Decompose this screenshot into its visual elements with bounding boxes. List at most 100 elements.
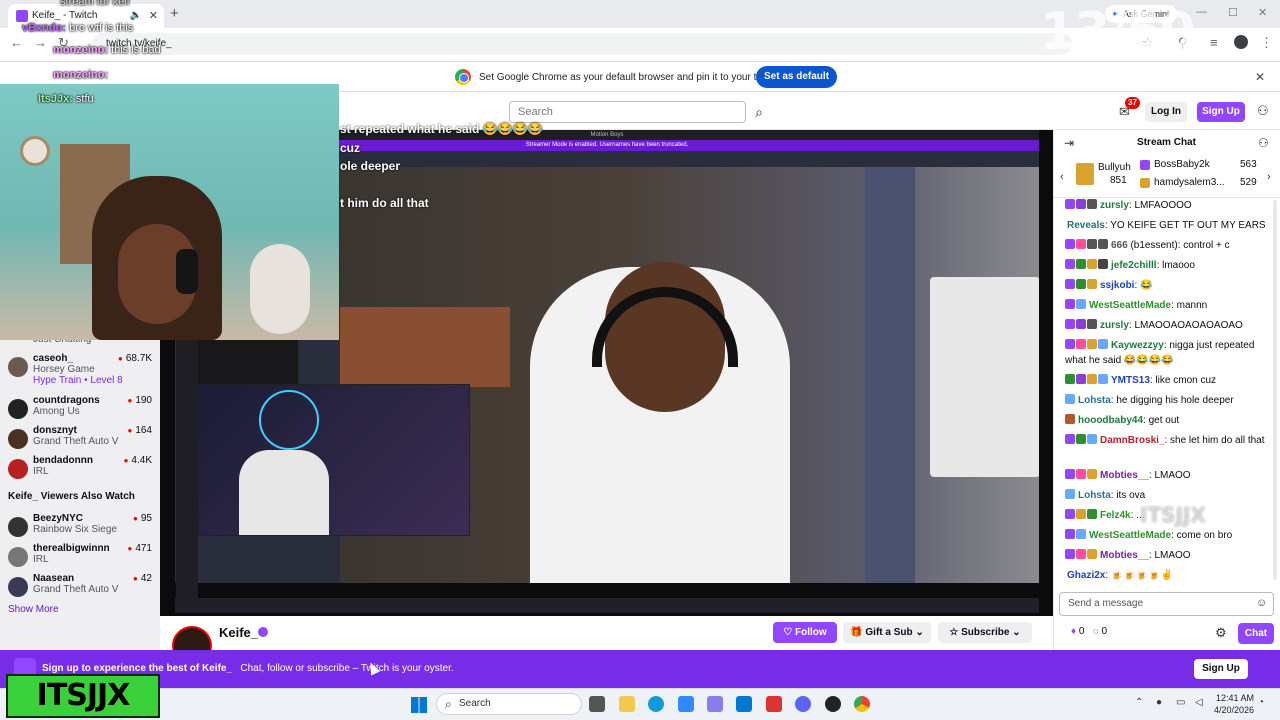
chat-badge-icon (1076, 279, 1086, 289)
set-as-default-button[interactable]: Set as default (756, 66, 838, 88)
channel-game: Rainbow Six Siege (33, 524, 117, 535)
chat-username[interactable]: Lohsta (1078, 490, 1111, 501)
chat-badges (1065, 413, 1076, 428)
infobar-message: Set Google Chrome as your default browse… (479, 72, 787, 83)
channel-points[interactable]: ♦ 0 ◌ 0 (1071, 626, 1107, 637)
sidebar-channel[interactable]: therealbigwinnn IRL 471 (0, 543, 160, 575)
community-icon[interactable]: ⚇ (1258, 136, 1269, 150)
tray-chevron-up-icon[interactable]: ⌃ (1135, 697, 1143, 708)
voice-channel-list (198, 340, 298, 384)
chat-badge-icon (1076, 339, 1086, 349)
chat-scrollbar[interactable] (1273, 200, 1277, 580)
follow-label: Follow (795, 627, 827, 638)
chat-send-button[interactable]: Chat (1238, 623, 1274, 644)
sidebar-channel[interactable]: BeezyNYC Rainbow Six Siege 95 (0, 513, 160, 545)
chat-username[interactable]: 666 (1111, 240, 1128, 251)
taskbar-search[interactable]: Search (436, 693, 582, 715)
follow-button[interactable]: ♡ Follow (773, 622, 837, 643)
new-tab-button[interactable]: + (170, 5, 179, 22)
close-tab-icon[interactable]: ✕ (149, 4, 158, 28)
sign-up-button[interactable]: Sign Up (1197, 102, 1245, 122)
microphone-icon[interactable]: ● (1156, 697, 1162, 708)
minimize-icon[interactable]: — (1196, 6, 1207, 18)
network-icon[interactable]: ▭ (1176, 697, 1185, 708)
chat-username[interactable]: ssjkobi (1100, 280, 1134, 291)
chat-username[interactable]: zursly (1100, 200, 1129, 211)
notifications-icon[interactable]: ◔ (1258, 697, 1264, 708)
tray-date: 4/20/2026 (1214, 705, 1255, 715)
edge-icon[interactable] (648, 696, 664, 712)
chat-username[interactable]: Ghazi2x (1067, 570, 1105, 581)
channel-game: Grand Theft Auto V (33, 584, 119, 595)
chevron-left-icon[interactable]: ‹ (1060, 171, 1064, 183)
volume-icon[interactable]: ◁ (1195, 697, 1203, 708)
chat-settings-icon[interactable]: ⚙ (1215, 625, 1227, 641)
obs-icon[interactable] (825, 696, 841, 712)
store-icon[interactable] (736, 696, 752, 712)
chat-username[interactable]: YMTS13 (1111, 375, 1150, 386)
inbox-count-badge: 37 (1125, 97, 1140, 109)
back-icon[interactable]: ← (10, 35, 23, 50)
url-field[interactable]: twitch.tv/keife_ (92, 33, 1072, 55)
sidebar-channel[interactable]: donsznyt Grand Theft Auto V 164 (0, 425, 160, 457)
chat-message: jefe2chilll: lmaooo (1065, 258, 1270, 273)
discord-icon[interactable] (795, 696, 811, 712)
channel-name: countdragons (33, 395, 100, 406)
show-more-link[interactable]: Show More (8, 604, 59, 615)
windows-start-icon[interactable] (411, 697, 427, 713)
tray-clock[interactable]: 12:41 AM 4/20/2026 (1214, 692, 1254, 716)
send-message-input[interactable]: Send a message (1059, 592, 1274, 616)
chat-text: : come on bro (1171, 530, 1233, 541)
chat-badge-icon (1065, 279, 1075, 289)
subscribe-button[interactable]: ☆ Subscribe ⌄ (938, 622, 1032, 643)
media-icon[interactable]: ≡ (1210, 35, 1218, 50)
task-view-icon[interactable] (589, 696, 605, 712)
log-in-button[interactable]: Log In (1145, 102, 1187, 122)
maximize-icon[interactable]: ☐ (1228, 6, 1238, 19)
chrome-icon[interactable] (854, 696, 870, 712)
profile-avatar[interactable] (1234, 35, 1248, 49)
chat-username[interactable]: Mobties__ (1100, 550, 1149, 561)
chevron-right-icon[interactable]: › (1267, 171, 1271, 183)
app-icon[interactable] (766, 696, 782, 712)
menu-icon[interactable]: ⋮ (1260, 35, 1273, 51)
discord-server-strip (176, 340, 198, 600)
close-window-icon[interactable]: ✕ (1258, 6, 1267, 19)
chat-username[interactable]: Mobties__ (1100, 470, 1149, 481)
user-menu-icon[interactable]: ⚇ (1257, 103, 1269, 119)
sidebar-channel[interactable]: bendadonnn IRL 4.4K (0, 455, 160, 487)
app-icon[interactable] (678, 696, 694, 712)
chat-username[interactable]: Felz4k (1100, 510, 1131, 521)
emote-picker-icon[interactable]: ☺ (1256, 597, 1267, 609)
chat-badge-icon (1098, 374, 1108, 384)
channel-name[interactable]: Keife_ (219, 625, 258, 640)
points-icon: ◌ (1092, 626, 1099, 637)
chat-username[interactable]: Lohsta (1078, 395, 1111, 406)
forward-icon[interactable]: → (34, 35, 47, 50)
chat-username[interactable]: WestSeattleMade (1089, 300, 1171, 311)
chat-username[interactable]: zursly (1100, 320, 1129, 331)
chat-badges (1065, 528, 1087, 543)
chat-username[interactable]: Kaywezzyy (1111, 340, 1164, 351)
search-input[interactable] (509, 101, 746, 123)
chat-username[interactable]: jefe2chilll (1111, 260, 1157, 271)
sidebar-channel[interactable]: countdragons Among Us 190 (0, 395, 160, 427)
chat-username[interactable]: WestSeattleMade (1089, 530, 1171, 541)
gift-a-sub-button[interactable]: 🎁 Gift a Sub ⌄ (843, 622, 931, 643)
chat-username[interactable]: DamnBroski_ (1100, 435, 1164, 446)
avatar (8, 357, 28, 377)
chat-username[interactable]: hooodbaby44 (1078, 415, 1143, 426)
banner-sign-up-button[interactable]: Sign Up (1194, 659, 1248, 679)
twitch-favicon-icon (16, 10, 28, 22)
chat-text: : LMAOO (1148, 470, 1191, 481)
search-icon[interactable]: ⌕ (749, 101, 769, 123)
sidebar-channel[interactable]: caseoh_ Horsey Game Hype Train • Level 8… (0, 353, 160, 386)
leaderboard-rank-badge (1140, 178, 1150, 188)
chat-badges (1065, 338, 1109, 353)
chat-badge-icon (1076, 529, 1086, 539)
close-infobar-icon[interactable]: ✕ (1255, 70, 1265, 84)
file-explorer-icon[interactable] (619, 696, 635, 712)
sidebar-channel[interactable]: Naasean Grand Theft Auto V 42 (0, 573, 160, 605)
app-icon[interactable] (707, 696, 723, 712)
chat-username[interactable]: Reveals (1067, 220, 1105, 231)
